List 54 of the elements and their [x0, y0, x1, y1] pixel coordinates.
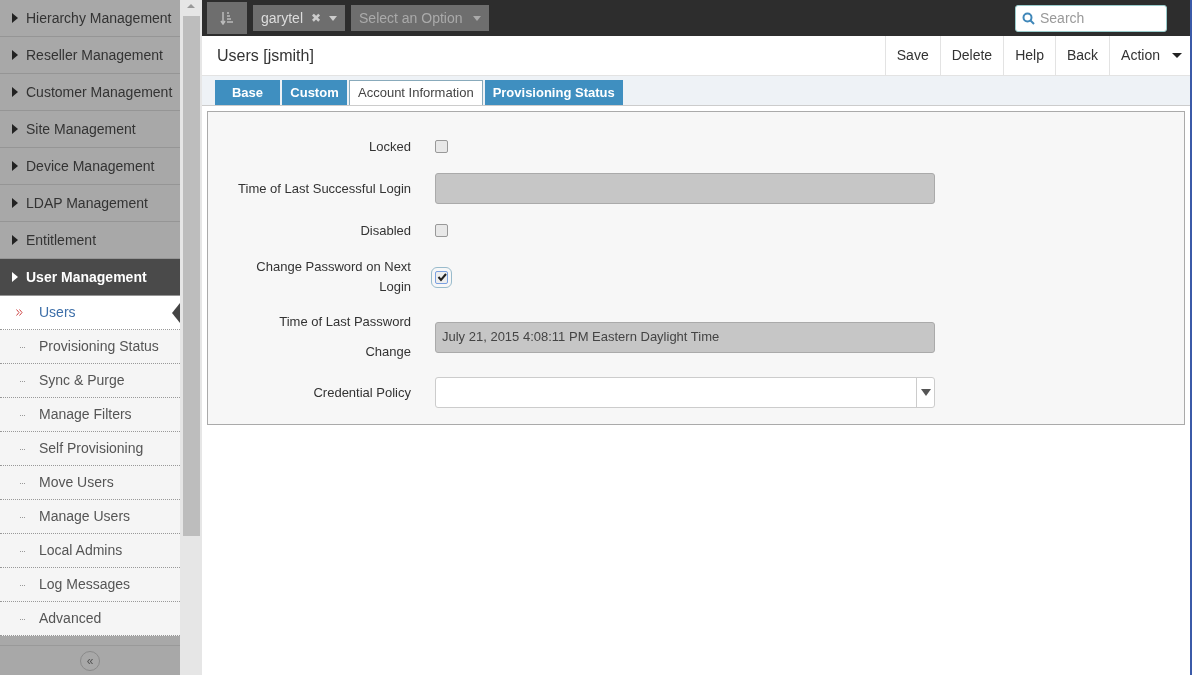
- tab[interactable]: Base: [215, 80, 280, 105]
- field-label: Time of Last Password Change: [278, 313, 411, 361]
- sidebar-item[interactable]: Advanced: [0, 602, 180, 636]
- dropdown-menu-button[interactable]: Action: [1109, 36, 1190, 75]
- toolbar-button[interactable]: Delete: [939, 36, 1004, 75]
- caret-icon: [1172, 53, 1182, 58]
- hierarchy-select[interactable]: garytel ✖: [253, 5, 346, 31]
- sidebar-item[interactable]: Self Provisioning: [0, 432, 180, 466]
- expand-arrow-icon: [12, 124, 18, 134]
- option-placeholder: Select an Option: [359, 8, 463, 28]
- caret-icon: [472, 15, 481, 21]
- toolbar-button[interactable]: Save: [884, 36, 940, 75]
- checkbox[interactable]: [435, 140, 448, 153]
- tab[interactable]: Provisioning Status: [484, 80, 623, 105]
- expand-arrow-icon: [12, 272, 18, 282]
- search-field[interactable]: Search: [1015, 4, 1167, 32]
- sidebar-group[interactable]: User Management: [0, 259, 180, 296]
- field-label: Disabled: [359, 221, 411, 240]
- field-label: Change Password on Next Login: [255, 258, 411, 296]
- hierarchy-tree-button[interactable]: [207, 2, 247, 34]
- sidebar-item[interactable]: Manage Filters: [0, 398, 180, 432]
- sidebar-item[interactable]: Manage Users: [0, 500, 180, 534]
- tab[interactable]: Custom: [282, 80, 347, 105]
- caret-icon: [920, 389, 931, 396]
- sidebar-item[interactable]: Log Messages: [0, 568, 180, 602]
- sidebar-item[interactable]: Move Users: [0, 466, 180, 500]
- field-label: Locked: [368, 137, 411, 156]
- chevron-icon: [16, 309, 23, 316]
- expand-arrow-icon: [12, 235, 18, 245]
- hierarchy-value: garytel: [261, 8, 304, 28]
- expand-arrow-icon: [12, 161, 18, 171]
- field-label: Time of Last Successful Login: [237, 179, 411, 198]
- toolbar-button[interactable]: Back: [1054, 36, 1110, 75]
- field-label: Credential Policy: [312, 383, 411, 402]
- sidebar-item[interactable]: Users: [0, 296, 180, 330]
- sidebar-item[interactable]: Provisioning Status: [0, 330, 180, 364]
- sidebar-scrollbar[interactable]: [180, 0, 202, 675]
- sort-icon: [220, 11, 234, 25]
- policy-select[interactable]: [435, 377, 935, 408]
- expand-arrow-icon: [12, 198, 18, 208]
- readonly-field: July 21, 2015 4:08:11 PM Eastern Daylight Time: [435, 321, 935, 353]
- scrollbar-thumb[interactable]: [182, 16, 200, 536]
- tab[interactable]: Account Information: [349, 80, 483, 105]
- sidebar-item[interactable]: Sync & Purge: [0, 364, 180, 398]
- checkbox[interactable]: [435, 224, 448, 237]
- caret-icon: [329, 15, 338, 21]
- page-title: Users [jsmith]: [216, 45, 315, 66]
- search-icon: [1022, 11, 1035, 25]
- scroll-up-icon[interactable]: [187, 4, 195, 8]
- expand-arrow-icon: [12, 50, 18, 60]
- sidebar-item[interactable]: Local Admins: [0, 534, 180, 568]
- toolbar-button[interactable]: Help: [1003, 36, 1055, 75]
- expand-arrow-icon: [12, 13, 18, 23]
- expand-arrow-icon: [12, 87, 18, 97]
